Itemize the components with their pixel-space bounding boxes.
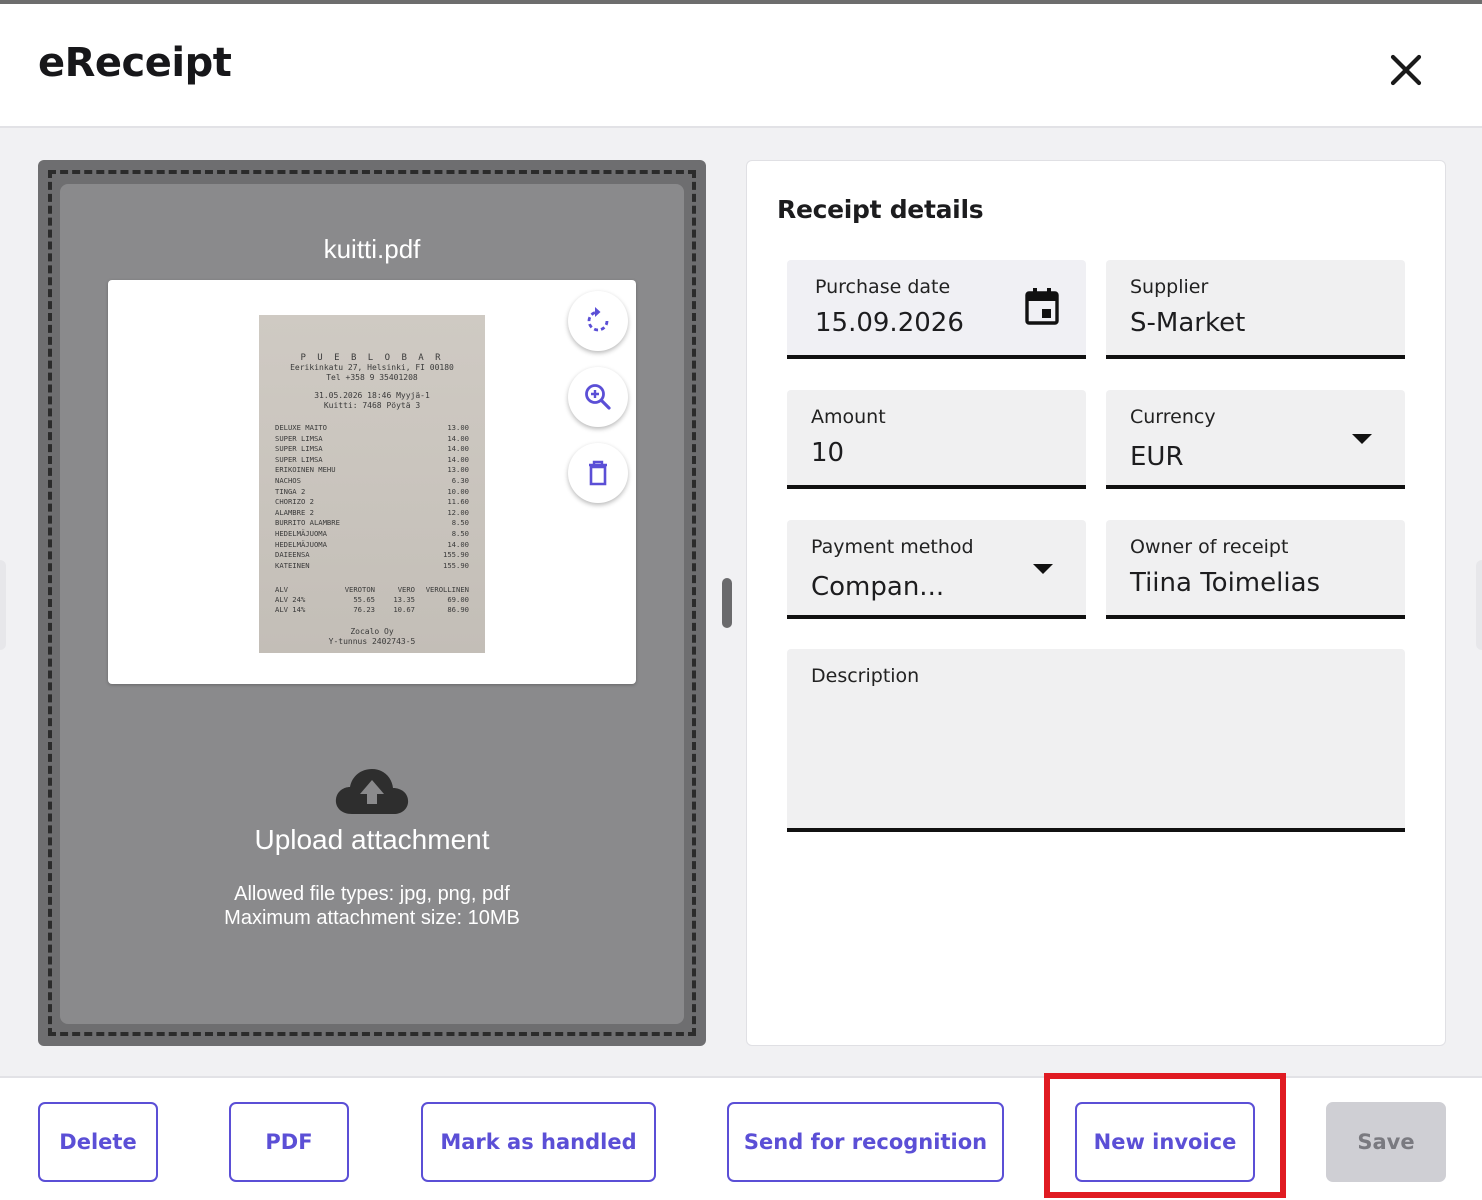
receipt-image: P U E B L O B A R Eerikinkatu 27, Helsin… [259, 315, 485, 653]
dialog-header: eReceipt [0, 4, 1482, 128]
mark-as-handled-button[interactable]: Mark as handled [421, 1102, 656, 1182]
supplier-field[interactable]: Supplier S-Market [1106, 260, 1405, 359]
trash-icon [589, 460, 607, 486]
receipt-vat-row: ALV 14% 76.23 10.67 86.90 [275, 605, 469, 615]
calendar-icon[interactable] [1023, 286, 1061, 326]
receipt-line: SUPER LIMSA 14.00 [275, 444, 469, 454]
receipt-ticket: Kuitti: 7468 Pöytä 3 [323, 401, 421, 410]
rotate-button[interactable] [568, 291, 628, 351]
close-icon [1390, 54, 1422, 86]
receipt-line: DELUXE MAITO 13.00 [275, 423, 469, 432]
dropzone-inner: kuitti.pdf P U E B L O B A R Eerikinkatu… [60, 184, 684, 1024]
receipt-details-panel: Receipt details Purchase date 15.09.2026… [746, 160, 1446, 1046]
right-edge-shadow [1476, 560, 1482, 650]
upload-area[interactable]: Upload attachment Allowed file types: jp… [60, 766, 684, 930]
attachment-dropzone[interactable]: kuitti.pdf P U E B L O B A R Eerikinkatu… [38, 160, 706, 1046]
receipt-line: BURRITO ALAMBRE 8.50 [275, 518, 469, 528]
dialog-footer: Delete PDF Mark as handled Send for reco… [0, 1076, 1482, 1200]
attachment-filename: kuitti.pdf [323, 234, 421, 264]
receipt-details-title: Receipt details [777, 195, 984, 224]
cloud-upload-icon [335, 769, 409, 814]
receipt-line: ALAMBRE 2 12.00 [275, 507, 469, 517]
receipt-line: CHORIZO 2 11.60 [275, 497, 469, 507]
upload-title: Upload attachment [254, 824, 490, 855]
receipt-line: DAIEENSA 155.90 [275, 550, 469, 560]
supplier-label: Supplier [1130, 276, 1209, 298]
receipt-line: KATEINEN 155.90 [275, 560, 469, 570]
payment-method-label: Payment method [811, 536, 974, 558]
dialog-title: eReceipt [38, 40, 232, 86]
receipt-vat-header: ALV VEROTON VERO VEROLLINEN [275, 585, 469, 595]
receipt-brand: P U E B L O B A R [300, 353, 444, 363]
max-attachment-size: Maximum attachment size: 10MB [224, 907, 520, 929]
receipt-line: HEDELMÄJUOMA 14.00 [275, 539, 469, 549]
receipt-line: SUPER LIMSA 14.00 [275, 433, 469, 443]
owner-value: Tiina Toimelias [1130, 568, 1321, 598]
attachment-preview: P U E B L O B A R Eerikinkatu 27, Helsin… [108, 280, 636, 684]
receipt-company: Zocalo Oy [350, 627, 394, 637]
zoom-in-button[interactable] [568, 367, 628, 427]
close-button[interactable] [1380, 46, 1432, 94]
receipt-datetime: 31.05.2026 18:46 Myyjä-1 [314, 391, 430, 400]
supplier-value: S-Market [1130, 308, 1246, 338]
description-field[interactable]: Description [787, 649, 1405, 832]
zoom-in-icon [585, 384, 611, 410]
upload-info: Allowed file types: jpg, png, pdf Maximu… [60, 882, 684, 930]
receipt-business-id: Y-tunnus 2402743-5 [328, 637, 416, 647]
amount-label: Amount [811, 406, 886, 428]
chevron-down-icon [1352, 434, 1372, 444]
description-label: Description [811, 665, 920, 687]
save-button[interactable]: Save [1326, 1102, 1446, 1182]
chevron-down-icon [1033, 564, 1053, 574]
purchase-date-value: 15.09.2026 [815, 308, 964, 338]
receipt-address: Eerikinkatu 27, Helsinki, FI 00180 [290, 363, 454, 372]
payment-method-select[interactable]: Payment method Compan... [787, 520, 1086, 619]
receipt-items: DELUXE MAITO 13.00 SUPER LIMSA 14.00 SUPER… [275, 423, 469, 571]
pdf-button[interactable]: PDF [229, 1102, 349, 1182]
amount-field[interactable]: Amount 10 [787, 390, 1086, 489]
new-invoice-button[interactable]: New invoice [1075, 1102, 1255, 1182]
splitter-handle[interactable] [722, 578, 732, 628]
purchase-date-field[interactable]: Purchase date 15.09.2026 [787, 260, 1086, 359]
receipt-phone: Tel +358 9 35401208 [326, 373, 418, 382]
currency-value: EUR [1130, 442, 1184, 472]
send-for-recognition-button[interactable]: Send for recognition [727, 1102, 1004, 1182]
receipt-line: TINGA 2 10.00 [275, 486, 469, 496]
receipt-line: HEDELMÄJUOMA 8.50 [275, 528, 469, 538]
delete-button[interactable]: Delete [38, 1102, 158, 1182]
receipt-line: SUPER LIMSA 14.00 [275, 454, 469, 464]
receipt-line: NACHOS 6.30 [275, 475, 469, 485]
rotate-icon [587, 307, 609, 332]
purchase-date-label: Purchase date [815, 276, 951, 298]
payment-method-value: Compan... [811, 572, 945, 602]
amount-value: 10 [811, 438, 845, 468]
receipt-line: ERIKOINEN MEHU 13.00 [275, 465, 469, 475]
allowed-file-types: Allowed file types: jpg, png, pdf [234, 883, 510, 905]
owner-label: Owner of receipt [1130, 536, 1289, 558]
left-edge-shadow [0, 560, 6, 650]
owner-of-receipt-field[interactable]: Owner of receipt Tiina Toimelias [1106, 520, 1405, 619]
currency-label: Currency [1130, 406, 1216, 428]
delete-attachment-button[interactable] [568, 443, 628, 503]
currency-select[interactable]: Currency EUR [1106, 390, 1405, 489]
receipt-vat-table: ALV VEROTON VERO VEROLLINEN ALV 24% 55.65 13.… [275, 585, 469, 615]
receipt-vat-row: ALV 24% 55.65 13.35 69.00 [275, 595, 469, 605]
